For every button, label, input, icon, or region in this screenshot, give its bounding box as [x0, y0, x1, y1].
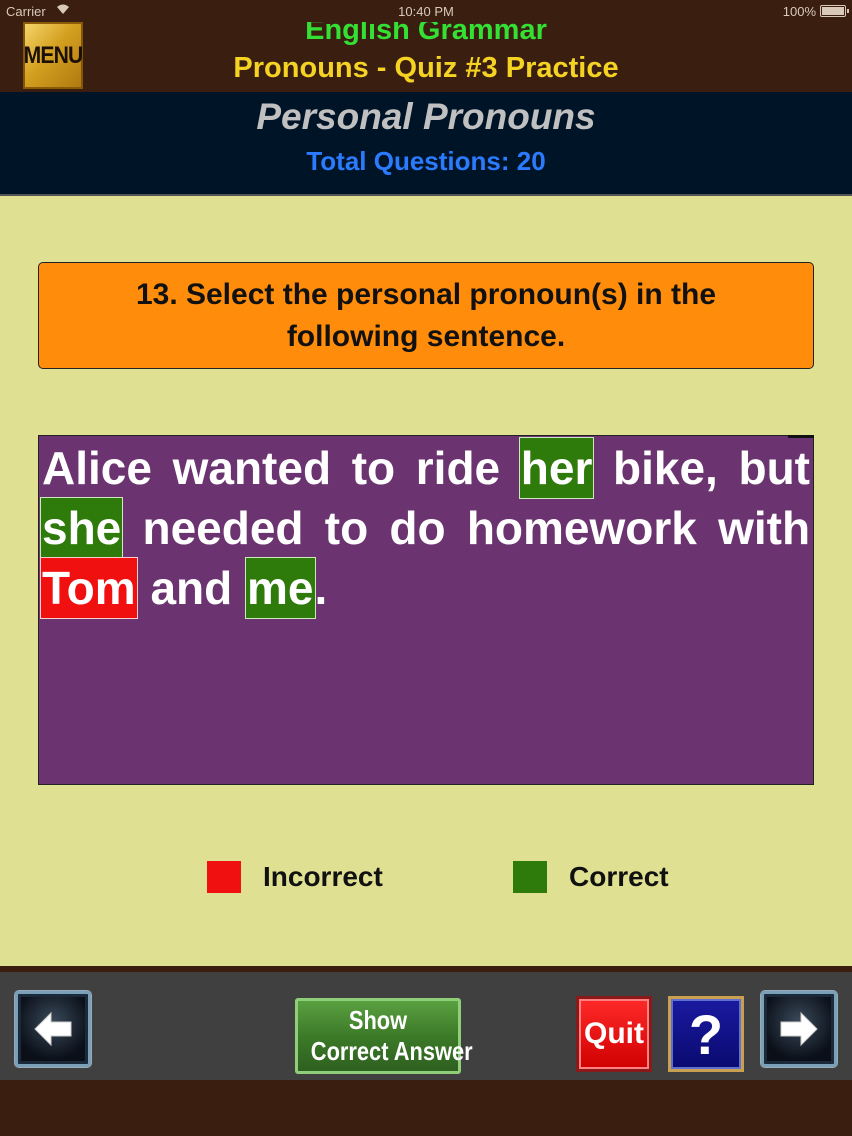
- section-header: Personal Pronouns Total Questions: 20: [0, 92, 852, 196]
- sentence-box: Alice wanted to ride her bike, but she n…: [38, 435, 814, 785]
- sentence-word-correct[interactable]: me: [245, 557, 316, 619]
- sentence-word[interactable]: needed: [141, 498, 304, 558]
- sentence-word[interactable]: but: [737, 438, 811, 498]
- bottom-strip: [0, 1082, 852, 1136]
- bottom-bar: Show Correct Answer Quit ?: [0, 966, 852, 1082]
- status-time: 10:40 PM: [398, 4, 454, 19]
- quit-button[interactable]: Quit: [576, 996, 652, 1072]
- correct-label: Correct: [569, 861, 669, 892]
- sentence-word[interactable]: to: [351, 438, 396, 498]
- total-questions: Total Questions: 20: [306, 146, 546, 176]
- show-correct-answer-button[interactable]: Show Correct Answer: [295, 998, 473, 1074]
- toolbar: Show Correct Answer Quit ?: [0, 972, 852, 1080]
- sentence-word[interactable]: homework: [466, 498, 698, 558]
- status-bar: Carrier 10:40 PM 100%: [0, 0, 852, 22]
- next-button[interactable]: [761, 991, 837, 1067]
- sentence-word[interactable]: to: [324, 498, 369, 558]
- left-arrow-icon: [34, 1011, 72, 1047]
- sentence-word-correct[interactable]: she: [39, 497, 124, 559]
- sentence-word[interactable]: and: [149, 558, 233, 618]
- section-title: Personal Pronouns: [256, 96, 596, 137]
- sentence-word-incorrect[interactable]: Tom: [40, 557, 138, 619]
- question-box: 13. Select the personal pronoun(s) in th…: [38, 262, 814, 369]
- correct-swatch: [513, 861, 547, 893]
- sentence-word[interactable]: Alice: [41, 438, 153, 498]
- show-answer-line2: Correct Answer: [310, 1036, 473, 1066]
- sentence-word-correct[interactable]: her: [518, 437, 595, 499]
- sentence-word[interactable]: with: [717, 498, 811, 558]
- question-text: 13. Select the personal pronoun(s) in th…: [135, 277, 717, 353]
- back-button[interactable]: [15, 991, 91, 1067]
- sentence-word[interactable]: wanted: [172, 438, 332, 498]
- incorrect-label: Incorrect: [263, 861, 383, 892]
- sentence-punctuation: .: [314, 562, 328, 614]
- battery-icon: [820, 5, 849, 17]
- legend-correct: Correct: [513, 860, 669, 894]
- quiz-title: Pronouns - Quiz #3 Practice: [233, 52, 619, 84]
- sentence-word[interactable]: bike,: [612, 438, 719, 498]
- sentence: Alice wanted to ride her bike, but she n…: [39, 437, 811, 619]
- sentence-word[interactable]: do: [388, 498, 446, 558]
- incorrect-swatch: [207, 861, 241, 893]
- right-arrow-icon: [780, 1011, 818, 1047]
- legend-incorrect: Incorrect: [207, 860, 383, 894]
- content-area: 13. Select the personal pronoun(s) in th…: [0, 196, 852, 966]
- show-answer-line1: Show: [348, 1005, 408, 1035]
- sentence-word[interactable]: ride: [415, 438, 501, 498]
- help-button[interactable]: ?: [668, 996, 744, 1072]
- battery-percent: 100%: [782, 4, 816, 19]
